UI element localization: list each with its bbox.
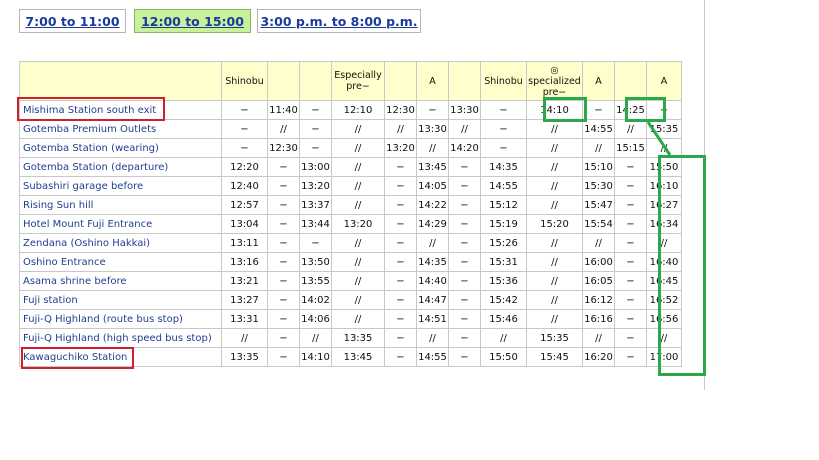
- connector-line: [646, 121, 672, 156]
